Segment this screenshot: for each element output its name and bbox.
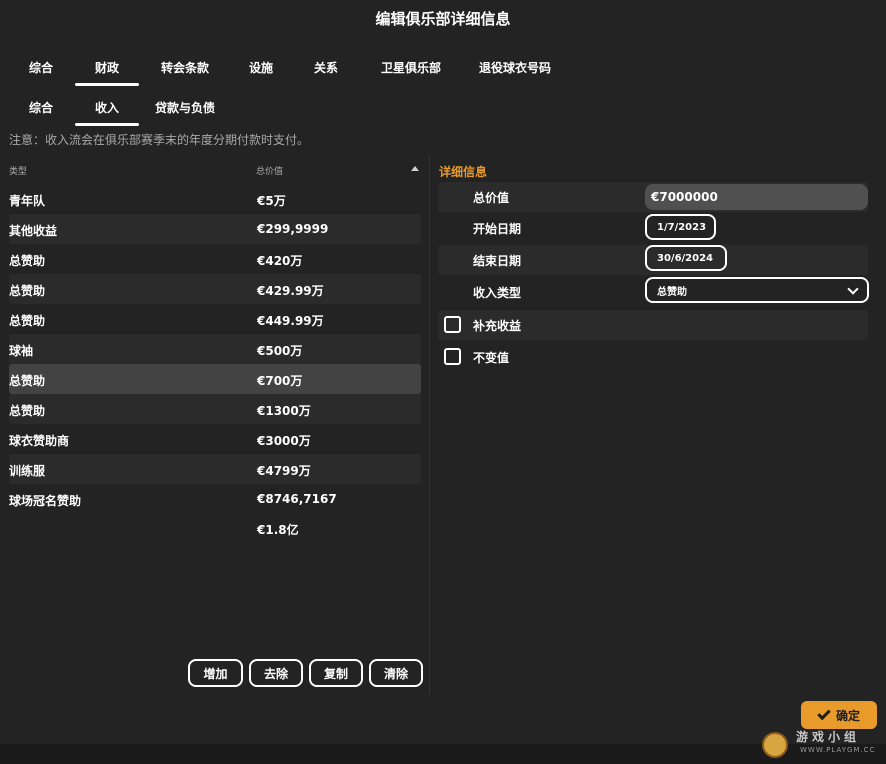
tab-finance[interactable]: 财政	[75, 48, 139, 86]
list-item[interactable]: 球衣赞助商 €3000万	[9, 424, 421, 454]
header-type[interactable]: 类型	[9, 164, 27, 177]
tab-relations[interactable]: 关系	[291, 48, 361, 86]
window-title: 编辑俱乐部详细信息	[375, 9, 511, 28]
detail-row-supplement[interactable]: 补充收益	[438, 310, 868, 340]
list-item-selected[interactable]: 总赞助 €700万	[9, 364, 421, 394]
list-item[interactable]: 其他收益 €299,9999	[9, 214, 421, 244]
tab-general[interactable]: 综合	[0, 48, 82, 86]
income-type-value: 总赞助	[657, 286, 687, 298]
subtab-loans[interactable]: 贷款与负债	[139, 88, 231, 126]
supplement-checkbox[interactable]	[444, 316, 461, 333]
end-date-label: 结束日期	[473, 254, 522, 268]
fixed-value-checkbox[interactable]	[444, 348, 461, 365]
income-type-label: 收入类型	[473, 286, 522, 300]
list-item[interactable]: 总赞助 €420万	[9, 244, 421, 274]
watermark-logo-icon	[762, 732, 788, 758]
list-item[interactable]: 总赞助 €449.99万	[9, 304, 421, 334]
list-total: €1.8亿	[257, 523, 299, 537]
detail-row-income-type: 收入类型 总赞助	[438, 277, 869, 307]
income-note: 注意：收入流会在俱乐部赛季末的年度分期付款时支付。	[9, 133, 310, 147]
tab-retired-numbers[interactable]: 退役球衣号码	[461, 48, 569, 86]
detail-row-fixed[interactable]: 不变值	[438, 342, 868, 372]
subtab-general[interactable]: 综合	[0, 88, 82, 126]
list-item[interactable]: 训练服 €4799万	[9, 454, 421, 484]
tab-affiliate-clubs[interactable]: 卫星俱乐部	[361, 48, 461, 86]
check-icon	[817, 706, 831, 720]
detail-row-total: 总价值 €7000000	[438, 182, 868, 212]
start-date-field[interactable]: 1/7/2023	[645, 214, 716, 240]
detail-row-start: 开始日期 1/7/2023	[438, 213, 868, 243]
watermark-url: WWW.PLAYGM.CC	[800, 746, 876, 754]
list-item[interactable]: 球场冠名赞助 €8746,7167	[9, 484, 421, 514]
start-date-label: 开始日期	[473, 222, 522, 236]
copy-button[interactable]: 复制	[309, 659, 363, 687]
income-list: 青年队 €5万 其他收益 €299,9999 总赞助 €420万 总赞助 €429.99…	[9, 184, 421, 514]
list-header: 类型 总价值	[9, 160, 421, 180]
tab-transfer-terms[interactable]: 转会条款	[139, 48, 231, 86]
main-tabs: 综合 财政 转会条款 设施 关系 卫星俱乐部 退役球衣号码	[0, 48, 569, 86]
tab-facilities[interactable]: 设施	[231, 48, 291, 86]
watermark-text: 游戏小组	[796, 730, 861, 744]
sort-asc-icon[interactable]	[411, 166, 419, 171]
list-item[interactable]: 总赞助 €429.99万	[9, 274, 421, 304]
subtab-income[interactable]: 收入	[75, 88, 139, 126]
header-total[interactable]: 总价值	[256, 164, 283, 177]
end-date-field[interactable]: 30/6/2024	[645, 245, 727, 271]
list-item[interactable]: 青年队 €5万	[9, 184, 421, 214]
add-button[interactable]: 增加	[188, 659, 243, 687]
chevron-down-icon	[847, 283, 859, 295]
list-item[interactable]: 总赞助 €1300万	[9, 394, 421, 424]
clear-button[interactable]: 清除	[369, 659, 423, 687]
total-value-label: 总价值	[473, 191, 510, 205]
detail-row-end: 结束日期 30/6/2024	[438, 245, 868, 275]
details-title: 详细信息	[439, 165, 488, 179]
remove-button[interactable]: 去除	[249, 659, 303, 687]
watermark: 游戏小组 WWW.PLAYGM.CC	[760, 720, 886, 764]
panel-divider	[429, 155, 430, 695]
bottom-strip	[0, 744, 886, 764]
sub-tabs: 综合 收入 贷款与负债	[0, 88, 231, 126]
total-value-input[interactable]: €7000000	[645, 184, 868, 210]
list-item[interactable]: 球袖 €500万	[9, 334, 421, 364]
list-actions: 增加 去除 复制 清除	[188, 659, 423, 687]
fixed-value-label: 不变值	[473, 351, 510, 365]
supplement-label: 补充收益	[473, 319, 522, 333]
income-type-select[interactable]: 总赞助	[645, 277, 869, 303]
